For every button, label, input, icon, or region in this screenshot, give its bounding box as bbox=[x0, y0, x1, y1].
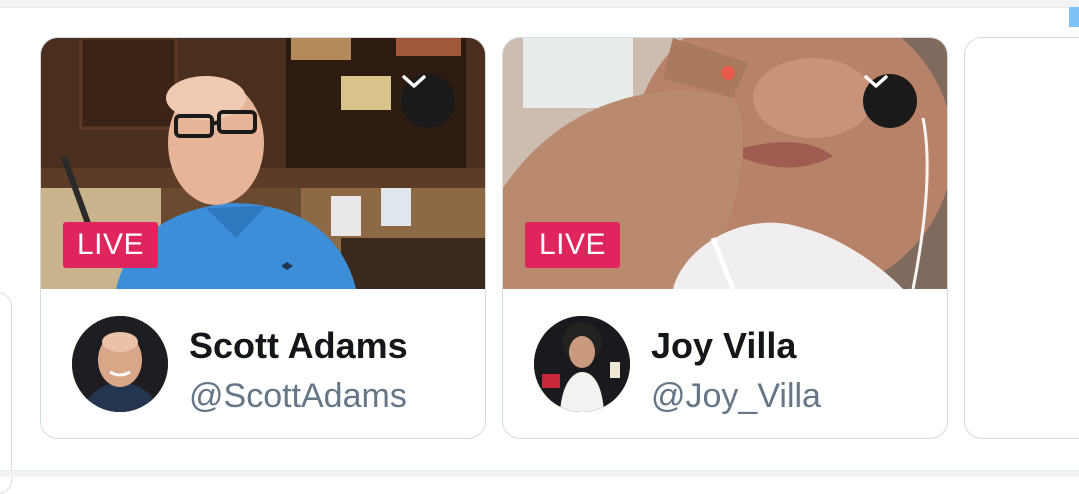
options-menu-button[interactable] bbox=[863, 74, 917, 128]
avatar[interactable] bbox=[534, 316, 630, 412]
chevron-down-icon bbox=[402, 75, 426, 88]
next-broadcast-card[interactable] bbox=[964, 37, 1079, 439]
broadcaster-name: Joy Villa bbox=[651, 325, 797, 366]
avatar[interactable] bbox=[72, 316, 168, 412]
options-menu-button[interactable] bbox=[401, 74, 455, 128]
previous-card-edge[interactable] bbox=[0, 292, 12, 494]
broadcaster-handle: @Joy_Villa bbox=[651, 377, 821, 415]
live-broadcast-card[interactable]: LIVE Joy Villa @Joy_Villa bbox=[502, 37, 948, 439]
live-badge: LIVE bbox=[525, 222, 621, 268]
chevron-down-icon bbox=[864, 75, 888, 88]
broadcaster-info[interactable]: Scott Adams @ScottAdams bbox=[41, 289, 485, 438]
avatar-image bbox=[72, 316, 168, 412]
broadcast-thumbnail[interactable]: LIVE bbox=[503, 38, 947, 289]
scroll-indicator bbox=[1069, 7, 1079, 27]
broadcaster-handle: @ScottAdams bbox=[189, 377, 407, 415]
bottom-divider bbox=[0, 470, 1079, 477]
broadcaster-info[interactable]: Joy Villa @Joy_Villa bbox=[503, 289, 947, 438]
broadcaster-name: Scott Adams bbox=[189, 325, 408, 366]
live-badge: LIVE bbox=[63, 222, 159, 268]
broadcast-thumbnail[interactable]: LIVE bbox=[41, 38, 485, 289]
top-divider bbox=[0, 0, 1079, 8]
live-broadcast-card[interactable]: LIVE Scott Adams @ScottAdams bbox=[40, 37, 486, 439]
avatar-image bbox=[534, 316, 630, 412]
